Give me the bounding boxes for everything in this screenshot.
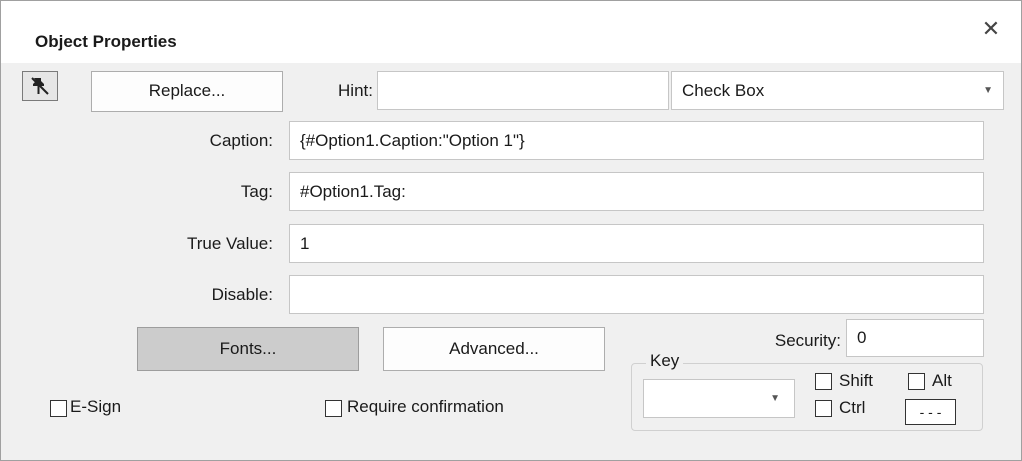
alt-checkbox[interactable] [908, 373, 925, 390]
close-icon[interactable]: ✕ [977, 15, 1005, 43]
pin-button[interactable] [22, 71, 58, 101]
security-input[interactable]: 0 [846, 319, 984, 357]
title-bar: Object Properties ✕ [1, 1, 1021, 63]
tag-label: Tag: [240, 182, 273, 201]
hint-input[interactable] [377, 71, 669, 110]
caption-input[interactable]: {#Option1.Caption:"Option 1"} [289, 121, 984, 160]
key-ellipsis-button[interactable]: - - - [905, 399, 956, 425]
replace-button[interactable]: Replace... [91, 71, 283, 112]
true-value-label: True Value: [187, 234, 273, 253]
ctrl-checkbox[interactable] [815, 400, 832, 417]
key-combo[interactable]: ▼ [643, 379, 795, 418]
key-group-label: Key [646, 351, 684, 371]
control-type-value: Check Box [682, 81, 765, 100]
shift-checkbox[interactable] [815, 373, 832, 390]
chevron-down-icon: ▼ [983, 85, 993, 96]
dialog-title: Object Properties [35, 32, 177, 51]
object-properties-dialog: Object Properties ✕ Replace... Hint: Che… [0, 0, 1022, 461]
advanced-button[interactable]: Advanced... [383, 327, 605, 371]
control-type-select[interactable]: Check Box ▼ [671, 71, 1004, 110]
chevron-down-icon: ▼ [770, 393, 780, 404]
hint-label: Hint: [338, 81, 373, 100]
security-label: Security: [774, 331, 841, 350]
disable-input[interactable] [289, 275, 984, 314]
require-confirmation-label: Require confirmation [347, 397, 504, 416]
disable-label: Disable: [211, 285, 273, 304]
pin-icon [31, 77, 49, 95]
esign-label: E-Sign [70, 397, 122, 416]
esign-checkbox[interactable] [50, 400, 67, 417]
caption-label: Caption: [209, 131, 273, 150]
alt-label: Alt [932, 371, 952, 390]
tag-input[interactable]: #Option1.Tag: [289, 172, 984, 211]
shift-label: Shift [839, 371, 874, 390]
true-value-input[interactable]: 1 [289, 224, 984, 263]
ctrl-label: Ctrl [839, 398, 866, 417]
require-confirmation-checkbox[interactable] [325, 400, 342, 417]
fonts-button[interactable]: Fonts... [137, 327, 359, 371]
